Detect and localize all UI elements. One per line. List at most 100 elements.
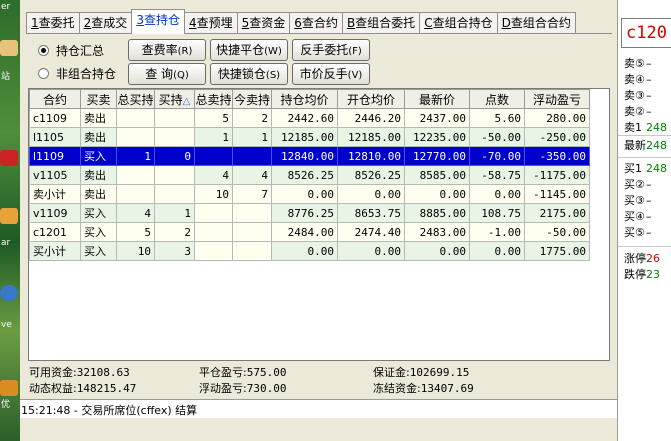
desktop-folder-icon[interactable] (0, 40, 18, 56)
tab-2[interactable]: 2查成交 (78, 12, 133, 34)
table-cell: 3 (154, 241, 195, 261)
quick-lock-button[interactable]: 快捷锁仓(S) (210, 63, 288, 85)
quote-level-row[interactable]: 买④ – (624, 208, 671, 225)
table-row[interactable]: v1105 卖出 4 4 8526.25 8526.25 8585.00 -58.75 -117… (29, 165, 590, 185)
quote-level-label: 卖④ (624, 73, 645, 86)
desktop-globe-icon[interactable] (0, 285, 18, 301)
message-log: 15:21:48 - 交易所席位(cffex) 结算 (20, 399, 617, 419)
query-fee-rate-label: 查费率 (141, 43, 178, 57)
column-header[interactable]: 浮动盈亏 (524, 89, 590, 109)
table-cell (232, 203, 272, 223)
tab-3[interactable]: 3查持仓 (131, 9, 185, 34)
market-reverse-hotkey: (V) (347, 70, 363, 81)
empty-cell (404, 297, 470, 315)
quote-level-row[interactable]: 卖③ – (624, 87, 671, 104)
query-fee-rate-button[interactable]: 查费率(R) (128, 39, 206, 61)
column-header[interactable]: 持仓均价 (271, 89, 338, 109)
positions-grid[interactable]: 合约 买卖 总买持 买持△ 总卖持 今卖持 持仓均价 开仓均价 最新价 点数 浮动盈亏 c1109 卖… (28, 88, 610, 361)
empty-cell (29, 333, 81, 351)
table-cell: -350.00 (524, 146, 590, 166)
table-cell: 2 (154, 222, 195, 242)
float-pnl-label: 浮动盈亏: (199, 382, 247, 395)
table-cell: 2483.00 (404, 222, 470, 242)
query-button[interactable]: 查 询(Q) (128, 63, 206, 85)
table-cell: 0.00 (469, 184, 525, 204)
column-header[interactable]: 最新价 (404, 89, 470, 109)
tab-6[interactable]: 6查合约 (289, 12, 343, 34)
table-row[interactable]: c1109 卖出 5 2 2442.60 2446.20 2437.00 5.60 280.00 (29, 108, 590, 128)
desktop-app-icon[interactable] (0, 150, 18, 166)
column-header[interactable]: 今卖持 (232, 89, 272, 109)
position-summary-radio[interactable]: 持仓汇总 (38, 42, 104, 58)
desktop-shortcut-icon[interactable] (0, 380, 18, 396)
frozen-funds-label: 冻结资金: (373, 382, 421, 395)
quote-divider (618, 157, 671, 158)
table-header-row: 合约 买卖 总买持 买持△ 总卖持 今卖持 持仓均价 开仓均价 最新价 点数 浮动盈亏 (29, 89, 590, 109)
table-cell (194, 222, 233, 242)
table-row[interactable]: 买小计 买入 10 3 0.00 0.00 0.00 0.00 1775.00 (29, 241, 590, 261)
column-header[interactable]: 总买持 (116, 89, 155, 109)
table-cell (154, 127, 195, 147)
table-cell: 12840.00 (271, 146, 338, 166)
column-header[interactable]: 买持△ (154, 89, 195, 109)
empty-cell (80, 315, 117, 333)
column-header-label: 浮动盈亏 (532, 92, 581, 107)
log-message: 15:21:48 - 交易所席位(cffex) 结算 (21, 404, 198, 417)
quick-close-button[interactable]: 快捷平仓(W) (210, 39, 288, 61)
empty-cell (524, 260, 590, 279)
table-cell (154, 165, 195, 185)
margin: 保证金:102699.15 (373, 364, 469, 380)
empty-cell (469, 333, 525, 351)
table-row[interactable]: l1109 买入 1 0 12840.00 12810.00 12770.00 -70.00-… (29, 146, 590, 166)
query-label: 查 询 (145, 67, 174, 81)
empty-row (29, 260, 590, 279)
column-header[interactable]: 买卖 (80, 89, 117, 109)
empty-cell (154, 333, 195, 351)
tab-8[interactable]: C查组合持仓 (419, 12, 498, 34)
quote-level-row[interactable]: 买③ – (624, 192, 671, 209)
tab-1[interactable]: 1查委托 (26, 12, 80, 34)
reverse-order-button[interactable]: 反手委托(F) (292, 39, 370, 61)
column-header-label: 最新价 (418, 92, 455, 107)
tab-7[interactable]: B查组合委托 (341, 12, 421, 34)
table-cell: 买入 (80, 146, 117, 166)
table-row[interactable]: l1105 卖出 1 1 12185.00 12185.00 12235.00 -50.00-… (29, 127, 590, 147)
tab-9[interactable]: D查组合合约 (496, 12, 576, 34)
quote-level-row[interactable]: 卖⑤ – (624, 55, 671, 72)
quote-level-row[interactable]: 卖② – (624, 103, 671, 120)
quote-level-row[interactable]: 卖1 248 (624, 119, 671, 136)
column-header[interactable]: 总卖持 (194, 89, 233, 109)
column-header[interactable]: 开仓均价 (337, 89, 405, 109)
market-reverse-button[interactable]: 市价反手(V) (292, 63, 370, 85)
quote-level-row[interactable]: 买1 248 (624, 160, 671, 177)
tab-4[interactable]: 4查预埋 (183, 12, 238, 34)
query-hotkey: (Q) (173, 70, 189, 81)
quote-contract-title[interactable]: c120 (621, 18, 671, 48)
empty-cell (271, 315, 338, 333)
table-cell: v1109 (29, 203, 81, 223)
table-cell: c1201 (29, 222, 81, 242)
empty-row (29, 333, 590, 351)
tab-hotkey: D (501, 16, 511, 30)
quote-level-row[interactable]: 买② – (624, 176, 671, 193)
table-cell: 12185.00 (271, 127, 338, 147)
column-header[interactable]: 点数 (469, 89, 525, 109)
table-row[interactable]: v1109 买入 4 1 8776.25 8653.75 8885.00 108.75 2175… (29, 203, 590, 223)
table-cell: 买入 (80, 203, 117, 223)
desktop-label-ar: ar (1, 238, 11, 248)
table-row[interactable]: c1201 买入 5 2 2484.00 2474.40 2483.00 -1.00 -50.0… (29, 222, 590, 242)
table-cell: 7 (232, 184, 272, 204)
quote-level-row[interactable]: 买⑤ – (624, 224, 671, 241)
empty-cell (232, 333, 272, 351)
table-cell: -58.75 (469, 165, 525, 185)
table-cell: 0.00 (404, 241, 470, 261)
non-combo-position-radio[interactable]: 非组合持仓 (38, 65, 116, 81)
tab-5[interactable]: 5查资金 (236, 12, 291, 34)
quote-level-label: 买④ (624, 210, 645, 223)
quote-level-row[interactable]: 卖④ – (624, 71, 671, 88)
column-header[interactable]: 合约 (29, 89, 81, 109)
desktop-program-icon[interactable] (0, 208, 18, 224)
table-cell: 2474.40 (337, 222, 405, 242)
desktop-label-er: er (1, 2, 11, 12)
table-row[interactable]: 卖小计 卖出 10 7 0.00 0.00 0.00 0.00 -1145.00 (29, 184, 590, 204)
